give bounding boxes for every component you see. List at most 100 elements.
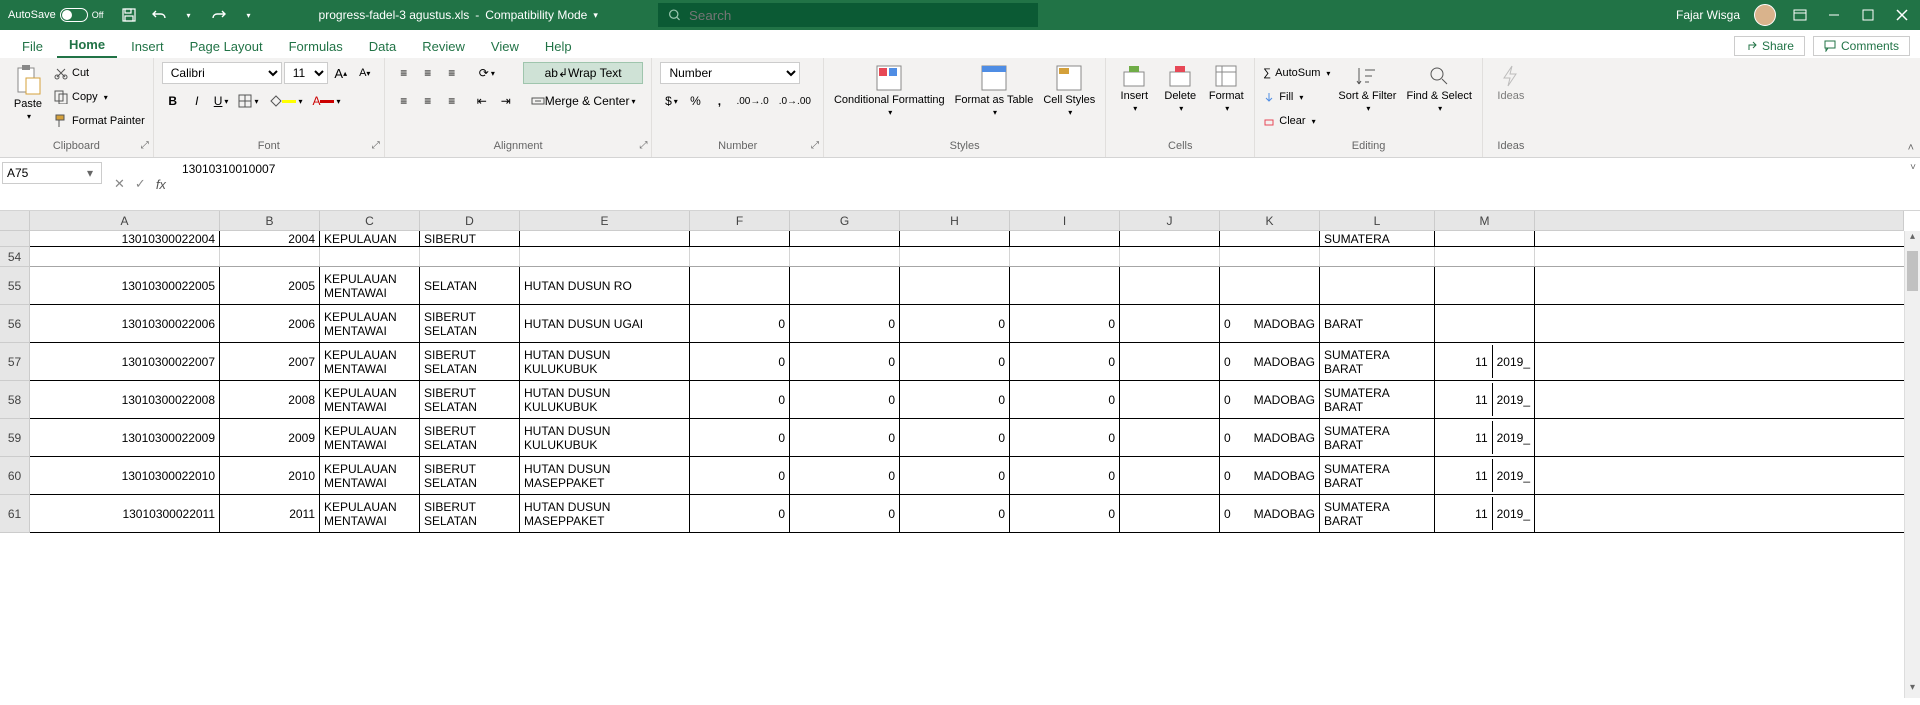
cell[interactable]: 0MADOBAG — [1220, 343, 1320, 380]
cell[interactable]: SIBERUT SELATAN — [420, 495, 520, 532]
cell[interactable]: 0MADOBAG — [1220, 457, 1320, 494]
cell[interactable]: HUTAN DUSUN KULUKUBUK — [520, 381, 690, 418]
cell[interactable]: KEPULAUAN MENTAWAI — [320, 267, 420, 304]
search-input[interactable] — [689, 8, 1028, 23]
cell[interactable]: KEPULAUAN — [320, 231, 420, 246]
cell[interactable]: SUMATERA BARAT — [1320, 495, 1435, 532]
cell[interactable] — [220, 247, 320, 266]
cell[interactable]: SUMATERA BARAT — [1320, 343, 1435, 380]
scroll-up-icon[interactable]: ▴ — [1905, 231, 1920, 247]
delete-cells-button[interactable]: Delete▾ — [1160, 62, 1200, 115]
format-cells-button[interactable]: Format▾ — [1206, 62, 1246, 115]
cell[interactable]: 0 — [690, 305, 790, 342]
copy-button[interactable]: Copy▾ — [54, 86, 145, 108]
autosum-button[interactable]: ∑AutoSum▾ — [1263, 62, 1330, 84]
cell[interactable] — [1435, 231, 1535, 246]
fx-icon[interactable]: fx — [156, 177, 166, 192]
insert-cells-button[interactable]: Insert▾ — [1114, 62, 1154, 115]
cell[interactable]: SUMATERA BARAT — [1320, 419, 1435, 456]
cell[interactable] — [1220, 231, 1320, 246]
cell[interactable]: 13010300022007 — [30, 343, 220, 380]
cell[interactable]: 0 — [690, 419, 790, 456]
cancel-formula-icon[interactable]: ✕ — [114, 176, 125, 192]
cell[interactable] — [1220, 247, 1320, 266]
cell[interactable]: 2005 — [220, 267, 320, 304]
cell[interactable] — [1010, 267, 1120, 304]
cell[interactable]: 13010300022011 — [30, 495, 220, 532]
cell[interactable] — [320, 247, 420, 266]
conditional-formatting-button[interactable]: Conditional Formatting▾ — [832, 62, 947, 119]
clear-button[interactable]: Clear▾ — [1263, 110, 1330, 132]
bold-button[interactable]: B — [162, 90, 184, 112]
cell[interactable]: HUTAN DUSUN KULUKUBUK — [520, 343, 690, 380]
tab-home[interactable]: Home — [57, 33, 117, 58]
cell[interactable]: SUMATERA BARAT — [1320, 381, 1435, 418]
cell[interactable] — [900, 247, 1010, 266]
cell[interactable]: 0 — [900, 457, 1010, 494]
tab-data[interactable]: Data — [357, 35, 408, 58]
align-top-icon[interactable]: ≡ — [393, 62, 415, 84]
formula-input[interactable]: 13010310010007 — [176, 158, 1920, 210]
cell[interactable]: SUMATERA BARAT — [1320, 457, 1435, 494]
cell[interactable]: 13010300022009 — [30, 419, 220, 456]
spreadsheet-grid[interactable]: ABCDEFGHIJKLM 5455565758596061 130103000… — [0, 211, 1920, 698]
cell[interactable]: SIBERUT SELATAN — [420, 343, 520, 380]
cell[interactable]: 0 — [1010, 305, 1120, 342]
qat-customize-icon[interactable]: ▾ — [239, 5, 259, 25]
cell[interactable]: 112019_ — [1435, 457, 1535, 494]
cell[interactable]: SIBERUT SELATAN — [420, 305, 520, 342]
decrease-indent-icon[interactable]: ⇤ — [471, 90, 493, 112]
cell[interactable]: SIBERUT — [420, 231, 520, 246]
cell[interactable] — [420, 247, 520, 266]
font-size-select[interactable]: 11 — [284, 62, 328, 84]
minimize-icon[interactable] — [1824, 5, 1844, 25]
decrease-decimal-icon[interactable]: .0→.00 — [775, 90, 815, 112]
tab-review[interactable]: Review — [410, 35, 477, 58]
align-middle-icon[interactable]: ≡ — [417, 62, 439, 84]
col-header-A[interactable]: A — [30, 211, 220, 230]
increase-indent-icon[interactable]: ⇥ — [495, 90, 517, 112]
cell[interactable]: 13010300022004 — [30, 231, 220, 246]
undo-icon[interactable] — [149, 5, 169, 25]
col-header-E[interactable]: E — [520, 211, 690, 230]
name-box-dropdown-icon[interactable]: ▾ — [81, 166, 99, 180]
cell[interactable]: 0MADOBAG — [1220, 381, 1320, 418]
col-header-F[interactable]: F — [690, 211, 790, 230]
collapse-ribbon-icon[interactable]: ˄ — [1908, 142, 1914, 154]
cell[interactable]: KEPULAUAN MENTAWAI — [320, 495, 420, 532]
format-painter-button[interactable]: Format Painter — [54, 110, 145, 132]
orientation-icon[interactable]: ⟳▾ — [475, 62, 499, 84]
cell[interactable] — [30, 247, 220, 266]
cell[interactable]: KEPULAUAN MENTAWAI — [320, 343, 420, 380]
align-right-icon[interactable]: ≡ — [441, 90, 463, 112]
column-headers[interactable]: ABCDEFGHIJKLM — [30, 211, 1904, 231]
scroll-down-icon[interactable]: ▾ — [1905, 682, 1920, 698]
title-dropdown-icon[interactable]: ▾ — [593, 10, 598, 21]
cell[interactable] — [1120, 267, 1220, 304]
ribbon-display-icon[interactable] — [1790, 5, 1810, 25]
cell[interactable]: 0 — [900, 305, 1010, 342]
cell[interactable]: 0 — [690, 457, 790, 494]
cell[interactable]: KEPULAUAN MENTAWAI — [320, 419, 420, 456]
font-name-select[interactable]: Calibri — [162, 62, 282, 84]
comments-button[interactable]: Comments — [1813, 36, 1910, 56]
close-icon[interactable] — [1892, 5, 1912, 25]
align-center-icon[interactable]: ≡ — [417, 90, 439, 112]
search-box[interactable] — [658, 3, 1038, 27]
cell[interactable]: KEPULAUAN MENTAWAI — [320, 381, 420, 418]
comma-format-icon[interactable]: , — [708, 90, 730, 112]
paste-button[interactable]: Paste ▾ — [8, 62, 48, 123]
col-header-C[interactable]: C — [320, 211, 420, 230]
cell[interactable] — [1120, 231, 1220, 246]
cell[interactable] — [1435, 267, 1535, 304]
scroll-thumb[interactable] — [1907, 251, 1918, 291]
cell[interactable]: SELATAN — [420, 267, 520, 304]
row-header-60[interactable]: 60 — [0, 457, 29, 495]
col-header-I[interactable]: I — [1010, 211, 1120, 230]
select-all-corner[interactable] — [0, 211, 30, 231]
cell[interactable]: 13010300022006 — [30, 305, 220, 342]
cell[interactable]: 0 — [1010, 419, 1120, 456]
dialog-launcher-icon[interactable]: ⤢ — [372, 137, 380, 155]
cell[interactable]: 0 — [900, 381, 1010, 418]
row-headers[interactable]: 5455565758596061 — [0, 231, 30, 533]
